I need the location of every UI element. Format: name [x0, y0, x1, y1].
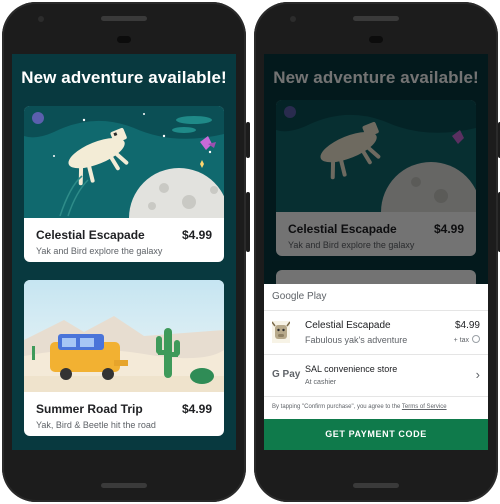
store-screen: New adventure available! Celestial Escap… [12, 54, 236, 450]
sensor-notch [369, 36, 383, 43]
checkout-screen: New adventure available! [264, 54, 488, 450]
card-info: Summer Road Trip $4.99 Yak, Bird & Beetl… [24, 392, 224, 436]
top-speaker [353, 16, 399, 21]
front-camera [38, 16, 44, 22]
yak-thumbnail-icon [271, 321, 291, 343]
terms-text: By tapping "Confirm purchase", you agree… [264, 397, 488, 417]
google-play-sheet: Google Play Celestial Escapade Fabulous … [264, 284, 488, 450]
google-pay-logo: G Pay [272, 369, 301, 380]
payment-method-row[interactable]: G Pay SAL convenience store At cashier › [264, 355, 488, 397]
galaxy-illustration [24, 106, 224, 218]
power-button [246, 122, 250, 158]
payment-method-detail: At cashier [305, 379, 337, 386]
sheet-brand: Google Play [264, 284, 488, 311]
celestial-art [24, 106, 224, 218]
terms-prefix: By tapping "Confirm purchase", you agree… [272, 404, 402, 410]
item-price: $4.99 [454, 320, 480, 331]
tax-note: + tax [454, 335, 480, 344]
bottom-speaker [353, 483, 399, 488]
volume-button [246, 192, 250, 252]
payment-method-name: SAL convenience store [305, 364, 398, 374]
purchase-item-row: Celestial Escapade Fabulous yak's advent… [264, 311, 488, 355]
top-speaker [101, 16, 147, 21]
card-price: $4.99 [181, 402, 212, 416]
card-info: Celestial Escapade $4.99 Yak and Bird ex… [24, 218, 224, 262]
card-title: Summer Road Trip [36, 402, 143, 416]
tax-label: + tax [453, 337, 470, 344]
right-phone: New adventure available! [254, 2, 500, 502]
product-card-roadtrip[interactable]: Summer Road Trip $4.99 Yak, Bird & Beetl… [24, 280, 224, 436]
front-camera [290, 16, 296, 22]
roadtrip-art [24, 280, 224, 392]
get-payment-code-button[interactable]: GET PAYMENT CODE [264, 419, 488, 450]
info-icon[interactable] [472, 335, 480, 343]
chevron-right-icon: › [475, 367, 480, 382]
card-subtitle: Yak and Bird explore the galaxy [36, 246, 163, 256]
card-price: $4.99 [181, 228, 212, 242]
sensor-notch [117, 36, 131, 43]
product-card-celestial[interactable]: Celestial Escapade $4.99 Yak and Bird ex… [24, 106, 224, 262]
item-subtitle: Fabulous yak's adventure [305, 335, 408, 345]
card-title: Celestial Escapade [36, 228, 145, 242]
terms-link[interactable]: Terms of Service [402, 404, 447, 410]
bottom-speaker [101, 483, 147, 488]
item-title: Celestial Escapade [305, 320, 391, 331]
left-phone: New adventure available! Celestial Escap… [2, 2, 250, 502]
desert-illustration [24, 280, 224, 392]
store-headline: New adventure available! [21, 68, 227, 87]
card-subtitle: Yak, Bird & Beetle hit the road [36, 420, 156, 430]
